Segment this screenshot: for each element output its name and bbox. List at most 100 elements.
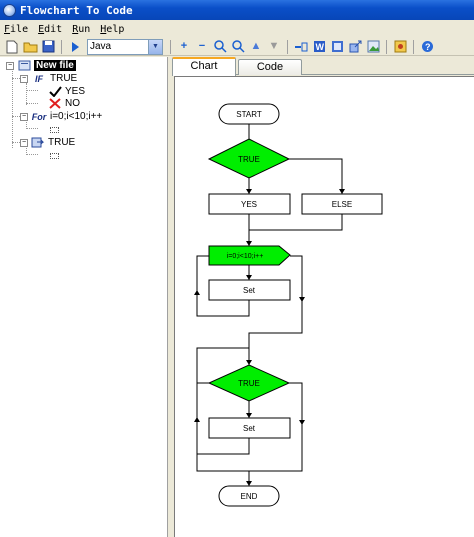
else-box-label: ELSE [332,200,352,209]
run-icon[interactable] [67,39,83,55]
arrowhead-icon [246,275,252,280]
tab-code[interactable]: Code [238,59,302,75]
zoom-in-icon[interactable] [212,39,228,55]
start-label: START [236,110,262,119]
tree-for-label: i=0;i<10;i++ [50,111,103,122]
connector-line [289,158,343,194]
empty-block-icon [50,152,59,159]
toolbar-separator [61,39,62,54]
toolbar-separator [170,39,171,54]
checkmark-icon [48,86,62,98]
insert-icon[interactable] [293,39,309,55]
tree-connector [12,142,20,143]
end-label: END [241,492,258,501]
tree-connector [26,103,38,104]
menu-run[interactable]: Run [72,24,90,35]
language-select[interactable]: Java ▼ [87,38,163,55]
export-icon[interactable] [347,39,363,55]
collapse-icon[interactable]: − [20,112,28,121]
open-folder-icon[interactable] [22,39,38,55]
if-condition-label: TRUE [238,155,260,164]
toolbar: Java ▼ + − ▲ ▼ W ? [0,38,474,56]
menu-edit[interactable]: Edit [38,24,62,35]
tree-connector [26,154,38,155]
tree-root-label: New file [34,60,76,71]
tree-connector [26,83,27,105]
flowchart-canvas: START TRUE YES ELSE i=0;i<10;i++ Set TRU… [174,76,474,537]
collapse-icon[interactable]: − [20,138,28,147]
chevron-down-icon[interactable]: ▼ [148,39,162,54]
arrowhead-icon [246,241,252,246]
save-icon[interactable] [40,39,56,55]
new-file-icon[interactable] [4,39,20,55]
image-icon[interactable] [365,39,381,55]
tree-yes-label: YES [65,86,86,97]
settings-icon[interactable] [392,39,408,55]
tab-strip: Code Chart [172,57,474,76]
arrowhead-icon [194,290,200,295]
menu-help[interactable]: Help [100,24,124,35]
while-body-label: Set [243,424,256,433]
help-icon[interactable]: ? [419,39,435,55]
tree-item-if[interactable]: − IF TRUE [20,72,77,85]
connector-line [196,347,249,472]
tree-item-no[interactable]: NO [48,97,80,110]
collapse-icon[interactable]: − [20,74,28,83]
language-value: Java [90,41,112,52]
move-down-icon[interactable]: ▼ [266,39,282,55]
tree-item-for[interactable]: − For i=0;i<10;i++ [20,110,102,123]
arrowhead-icon [246,189,252,194]
document-icon[interactable] [329,39,345,55]
arrowhead-icon [194,417,200,422]
if-icon: IF [35,73,43,84]
tree-connector [26,90,38,91]
window-title: Flowchart To Code [20,3,133,17]
loop-icon [31,137,45,149]
flowchart-diagram: START TRUE YES ELSE i=0;i<10;i++ Set TRU… [194,103,383,507]
collapse-icon[interactable]: − [6,61,14,70]
move-up-icon[interactable]: ▲ [248,39,264,55]
arrowhead-icon [299,297,305,302]
arrowhead-icon [299,420,305,425]
toolbar-separator [413,39,414,54]
connector-line [248,255,303,348]
for-header-label: i=0;i<10;i++ [227,253,264,260]
yes-box-label: YES [241,200,257,209]
tree-item-while[interactable]: − TRUE [20,136,75,149]
remove-icon[interactable]: − [194,39,210,55]
while-condition-label: TRUE [238,379,260,388]
tab-chart[interactable]: Chart [172,57,236,76]
for-body-label: Set [243,286,256,295]
arrowhead-icon [246,413,252,418]
arrowhead-icon [339,189,345,194]
tree-connector [12,78,20,79]
for-icon: For [31,111,47,122]
toolbar-separator [386,39,387,54]
menu-bar: File Edit Run Help [0,20,474,38]
empty-block-icon [50,126,59,133]
menu-file[interactable]: File [4,24,28,35]
title-bar: Flowchart To Code [0,0,474,20]
arrowhead-icon [246,481,252,486]
arrowhead-icon [246,360,252,365]
tree-while-label: TRUE [48,137,76,148]
tree-if-label: TRUE [50,73,78,84]
cross-icon [48,98,62,110]
tree-connector [12,71,13,148]
structure-tree: − New file − IF TRUE YES NO − For i=0;i<… [0,57,168,537]
svg-text:?: ? [425,42,431,52]
tree-item-while-child[interactable] [48,149,59,162]
toolbar-separator [287,39,288,54]
tree-item-root[interactable]: − New file [6,59,76,72]
file-icon [17,60,31,72]
tree-item-for-child[interactable] [48,123,59,136]
zoom-out-icon[interactable] [230,39,246,55]
connector-line [248,214,343,231]
tree-no-label: NO [65,98,80,109]
app-icon [3,3,16,17]
tree-connector [12,116,20,117]
add-icon[interactable]: + [176,39,192,55]
tree-connector [26,128,38,129]
svg-text:W: W [315,42,324,52]
word-export-icon[interactable]: W [311,39,327,55]
